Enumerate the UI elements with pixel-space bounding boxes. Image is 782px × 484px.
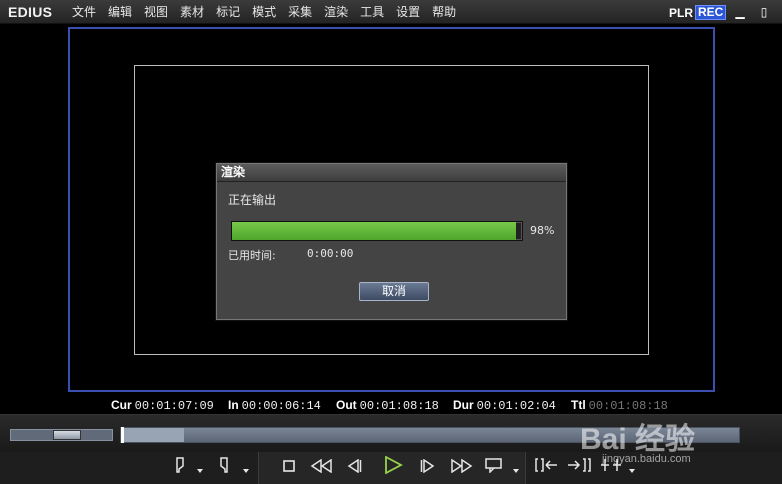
set-out-dropdown-icon[interactable]	[240, 456, 252, 480]
menu-file[interactable]: 文件	[72, 3, 96, 20]
timecode-out: Out 00:01:08:18	[336, 398, 439, 413]
minimize-button[interactable]: ▁	[733, 5, 747, 19]
shuttle-knob[interactable]	[53, 430, 81, 440]
menu-edit[interactable]: 编辑	[108, 3, 132, 20]
step-forward-icon[interactable]	[416, 456, 440, 480]
insert-to-timeline-icon[interactable]	[534, 456, 560, 480]
watermark-url: jingyan.baidu.com	[602, 453, 691, 465]
app-logo: EDIUS	[8, 3, 53, 20]
menu-mode[interactable]: 模式	[252, 3, 276, 20]
timecode-cur-label: Cur	[111, 398, 132, 412]
maximize-button[interactable]: ▯	[757, 5, 771, 19]
menu-settings[interactable]: 设置	[396, 3, 420, 20]
playhead[interactable]	[121, 427, 124, 443]
shuttle-slider[interactable]	[10, 429, 113, 441]
play-icon[interactable]	[380, 455, 406, 480]
menu-marker[interactable]: 标记	[216, 3, 240, 20]
menu-render[interactable]: 渲染	[324, 3, 348, 20]
render-dialog: 渲染 正在输出 98% 已用时间: 0:00:00 取消	[216, 163, 567, 320]
watermark-brand: Bai 经验	[580, 423, 696, 456]
main-menu: 文件 编辑 视图 素材 标记 模式 采集 渲染 工具 设置 帮助	[72, 3, 468, 20]
menu-view[interactable]: 视图	[144, 3, 168, 20]
render-progress-fill	[232, 222, 517, 240]
timecode-out-label: Out	[336, 398, 357, 412]
step-back-icon[interactable]	[342, 456, 366, 480]
timecode-cur-value: 00:01:07:09	[134, 399, 214, 413]
menu-capture[interactable]: 采集	[288, 3, 312, 20]
elapsed-time-value: 0:00:00	[307, 247, 354, 260]
fast-forward-icon[interactable]	[447, 456, 475, 480]
stop-icon[interactable]	[278, 456, 300, 480]
dialog-title: 渲染	[217, 164, 566, 182]
loop-icon[interactable]	[482, 456, 506, 480]
render-progress-bar	[231, 221, 523, 241]
menu-tools[interactable]: 工具	[360, 3, 384, 20]
timecode-out-value: 00:01:08:18	[359, 399, 439, 413]
timecode-dur: Dur 00:01:02:04	[453, 398, 556, 413]
timecode-in: In 00:00:06:14	[228, 398, 321, 413]
render-status: 正在输出	[228, 193, 277, 207]
render-progress-percent: 98%	[530, 224, 555, 237]
elapsed-time-label: 已用时间:	[228, 249, 276, 262]
timecode-cur: Cur 00:01:07:09	[111, 398, 214, 413]
loop-dropdown-icon[interactable]	[510, 456, 522, 480]
baidu-watermark: Bai 经验 jingyan.baidu.com	[580, 398, 780, 478]
in-out-range	[124, 428, 184, 442]
menu-bar: EDIUS 文件 编辑 视图 素材 标记 模式 采集 渲染 工具 设置 帮助 P…	[0, 0, 782, 24]
timecode-in-value: 00:00:06:14	[241, 399, 321, 413]
menu-help[interactable]: 帮助	[432, 3, 456, 20]
timecode-in-label: In	[228, 398, 239, 412]
rewind-icon[interactable]	[308, 456, 336, 480]
cancel-button[interactable]: 取消	[359, 282, 429, 301]
timecode-dur-value: 00:01:02:04	[476, 399, 556, 413]
set-in-icon[interactable]	[172, 456, 188, 480]
mode-switch: PLR REC	[669, 5, 727, 20]
set-out-icon[interactable]	[216, 456, 232, 480]
menu-clip[interactable]: 素材	[180, 3, 204, 20]
timecode-dur-label: Dur	[453, 398, 474, 412]
rec-mode-button[interactable]: REC	[695, 5, 727, 20]
plr-mode-button[interactable]: PLR	[669, 6, 693, 20]
set-in-dropdown-icon[interactable]	[194, 456, 206, 480]
